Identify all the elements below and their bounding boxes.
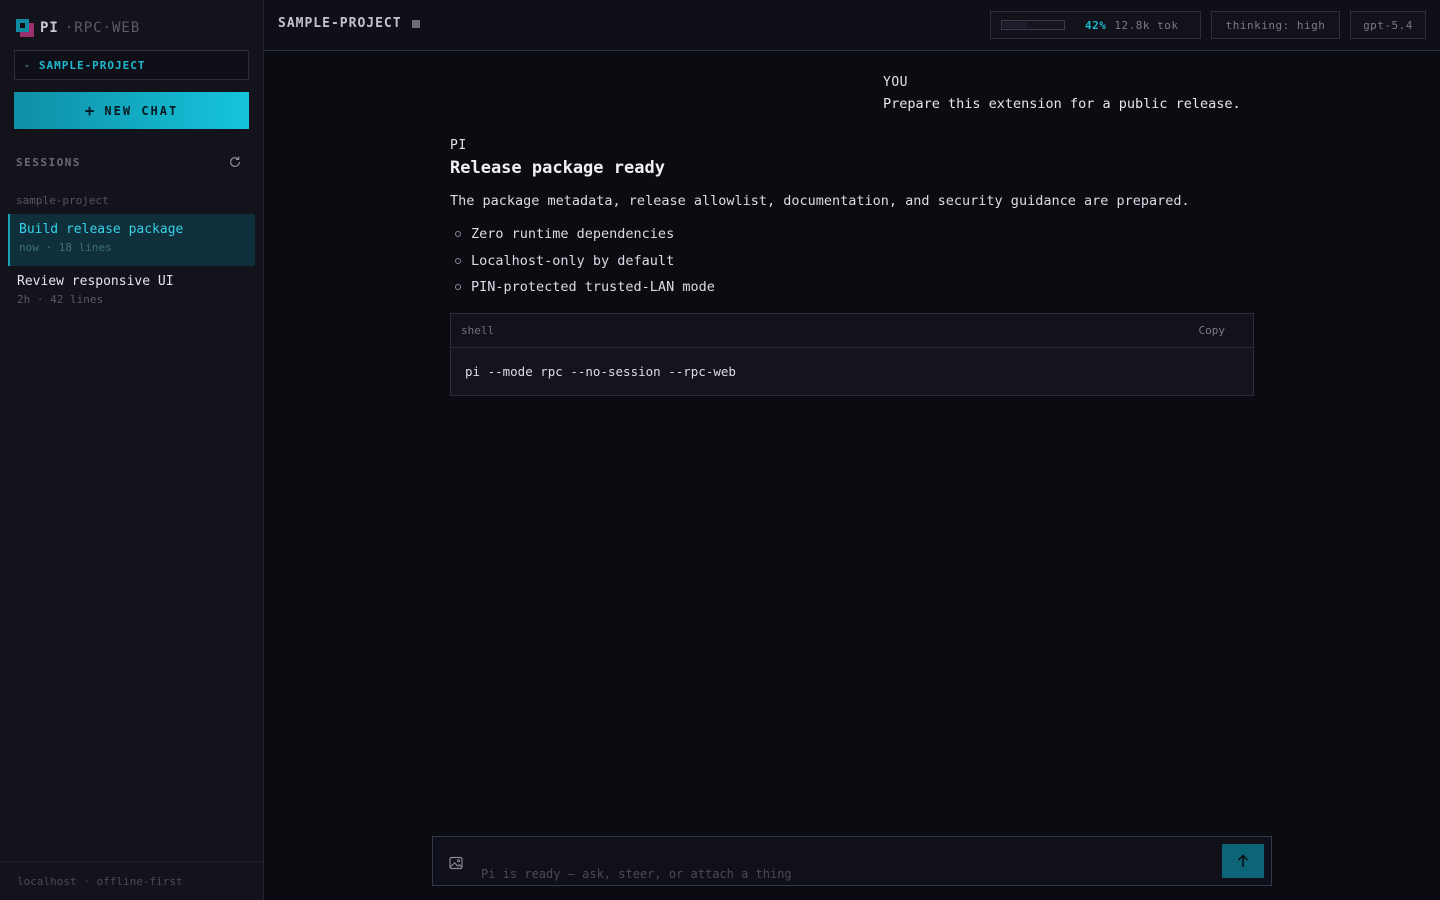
plus-icon: +	[84, 100, 97, 120]
page-title: SAMPLE-PROJECT	[278, 16, 420, 31]
assistant-bullet-list: Zero runtime dependencies Localhost-only…	[450, 221, 1254, 301]
list-item-text: PIN-protected trusted-LAN mode	[471, 279, 715, 296]
code-block: shell Copy pi --mode rpc --no-session --…	[450, 312, 1254, 396]
bullet-icon	[455, 284, 461, 291]
token-count: 12.8k tok	[1114, 18, 1179, 32]
refresh-icon[interactable]	[228, 155, 242, 169]
user-message-text: Prepare this extension for a public rele…	[883, 96, 1241, 112]
user-role-label: YOU	[883, 75, 908, 90]
list-item-text: Zero runtime dependencies	[471, 226, 675, 243]
image-attach-icon[interactable]	[449, 856, 463, 870]
sidebar: PI ·RPC·WEB ▸ SAMPLE-PROJECT + NEW CHAT S…	[0, 0, 264, 900]
brand-suffix: ·RPC·WEB	[64, 20, 141, 36]
arrow-up-icon	[1237, 854, 1249, 867]
thinking-level-selector[interactable]: thinking: high	[1211, 11, 1340, 39]
user-message: YOU Prepare this extension for a public …	[883, 75, 1241, 112]
brand: PI ·RPC·WEB	[16, 18, 140, 38]
project-title-text: SAMPLE-PROJECT	[278, 16, 402, 31]
list-item: PIN-protected trusted-LAN mode	[450, 274, 1254, 301]
session-meta: 2h · 42 lines	[17, 293, 104, 306]
session-meta: now · 18 lines	[19, 241, 112, 254]
message-input[interactable]: Pi is ready — ask, steer, or attach a th…	[481, 867, 1181, 881]
copy-button[interactable]: Copy	[1199, 324, 1226, 337]
project-selector[interactable]: ▸ SAMPLE-PROJECT	[14, 50, 249, 80]
session-item[interactable]: Build release package now · 18 lines	[8, 214, 255, 266]
bullet-icon	[455, 231, 461, 238]
list-item: Zero runtime dependencies	[450, 221, 1254, 248]
list-item: Localhost-only by default	[450, 248, 1254, 275]
model-selector[interactable]: gpt-5.4	[1350, 11, 1426, 39]
context-progress-fill	[1003, 22, 1028, 28]
logo-icon	[16, 19, 34, 37]
sessions-header: SESSIONS	[16, 154, 242, 170]
assistant-role-label: PI	[450, 138, 467, 153]
status-indicator	[411, 19, 420, 28]
sidebar-footer: localhost · offline-first	[0, 861, 263, 900]
bullet-icon	[455, 257, 461, 264]
app-root: PI ·RPC·WEB ▸ SAMPLE-PROJECT + NEW CHAT S…	[0, 0, 1440, 900]
brand-name: PI	[40, 20, 59, 36]
message-composer: Pi is ready — ask, steer, or attach a th…	[432, 836, 1272, 886]
code-language-label: shell	[461, 323, 495, 337]
top-bar: SAMPLE-PROJECT 42% 12.8k tok thinking: h…	[264, 0, 1440, 51]
sessions-label: SESSIONS	[16, 155, 81, 169]
assistant-paragraph: The package metadata, release allowlist,…	[450, 193, 1190, 209]
assistant-message: PI Release package ready The package met…	[450, 138, 1254, 396]
session-title: Review responsive UI	[17, 274, 174, 289]
code-block-header: shell Copy	[451, 313, 1253, 348]
context-usage-meter: 42% 12.8k tok	[990, 11, 1201, 39]
session-group-label: sample-project	[16, 194, 109, 207]
send-button[interactable]	[1222, 844, 1264, 878]
list-item-text: Localhost-only by default	[471, 252, 675, 269]
new-chat-button[interactable]: + NEW CHAT	[14, 92, 249, 129]
chevron-right-icon: ▸	[25, 60, 31, 70]
context-percent: 42%	[1085, 18, 1107, 32]
context-progress-bar	[1001, 20, 1065, 30]
session-item[interactable]: Review responsive UI 2h · 42 lines	[8, 266, 255, 318]
project-selector-label: SAMPLE-PROJECT	[38, 58, 146, 72]
new-chat-label: NEW CHAT	[104, 103, 179, 118]
session-title: Build release package	[19, 222, 184, 237]
assistant-heading: Release package ready	[450, 158, 665, 178]
code-content: pi --mode rpc --no-session --rpc-web	[451, 347, 1253, 395]
